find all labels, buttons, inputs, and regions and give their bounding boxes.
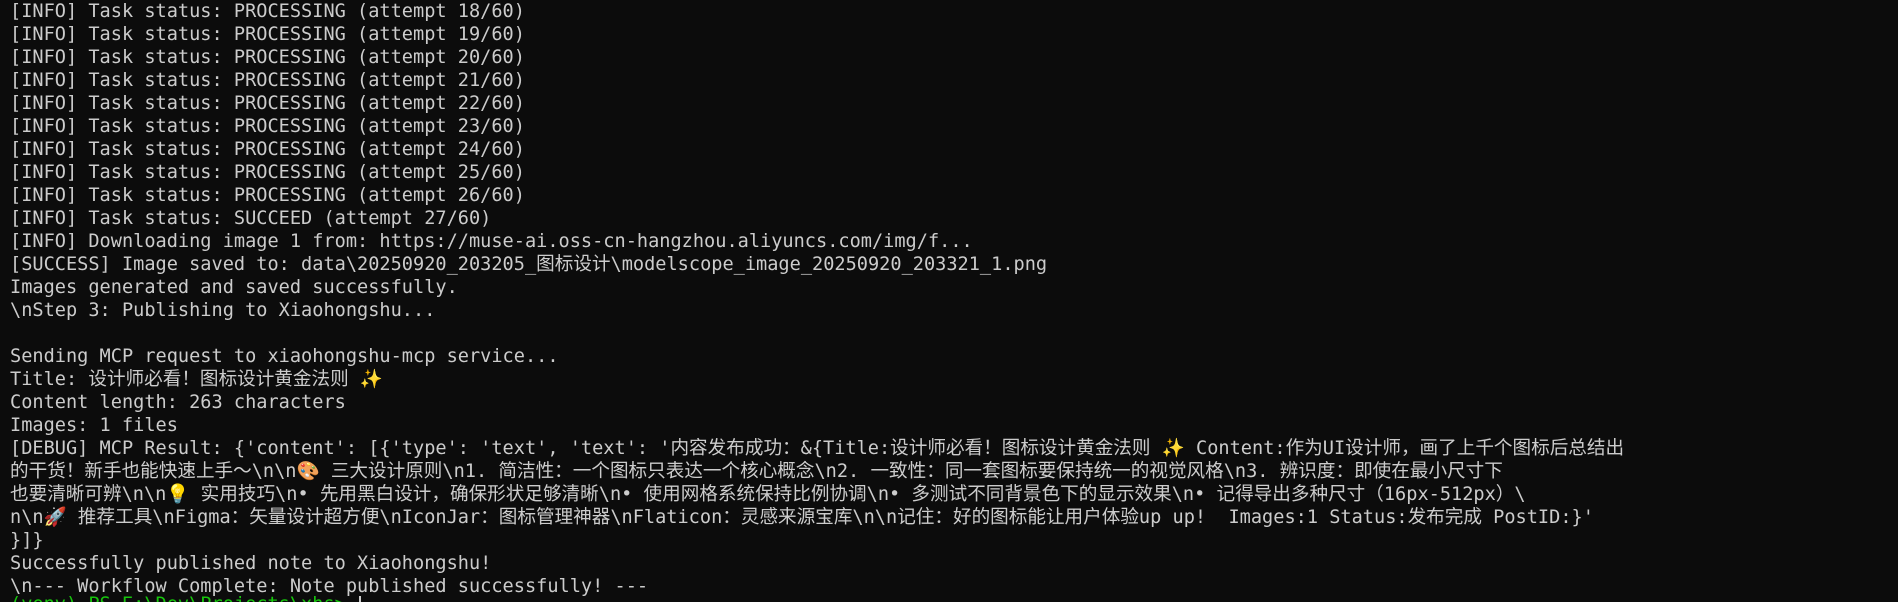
log-line: Sending MCP request to xiaohongshu-mcp s… [10,346,559,367]
log-line: [INFO] Task status: PROCESSING (attempt … [10,70,525,91]
log-line: Images: 1 files [10,415,178,436]
log-line: [INFO] Task status: PROCESSING (attempt … [10,116,525,137]
log-line: [INFO] Task status: PROCESSING (attempt … [10,24,525,45]
log-line: [SUCCESS] Image saved to: data\20250920_… [10,254,1048,275]
text-cursor [359,595,362,602]
log-line: [INFO] Task status: SUCCEED (attempt 27/… [10,208,492,229]
log-line: }]} [10,530,44,551]
log-line: [INFO] Task status: PROCESSING (attempt … [10,47,525,68]
log-line: [DEBUG] MCP Result: {'content': [{'type'… [10,438,1625,459]
shell-prompt[interactable]: (venv) PS E:\Dev\Projects\xhs> [10,593,1888,602]
log-line: Images generated and saved successfully. [10,277,458,298]
log-line: [INFO] Task status: PROCESSING (attempt … [10,93,525,114]
log-line: Content length: 263 characters [10,392,346,413]
log-line: [INFO] Downloading image 1 from: https:/… [10,231,973,252]
prompt-text: (venv) PS E:\Dev\Projects\xhs> [10,594,357,602]
log-line: Title: 设计师必看！图标设计黄金法则 ✨ [10,369,384,390]
log-line: n\n🚀 推荐工具\nFigma：矢量设计超方便\nIconJar：图标管理神器… [10,507,1594,528]
log-line: \nStep 3: Publishing to Xiaohongshu... [10,300,436,321]
terminal-window[interactable]: [INFO] Task status: PROCESSING (attempt … [0,0,1898,602]
log-line: [INFO] Task status: PROCESSING (attempt … [10,1,525,22]
log-line: Successfully published note to Xiaohongs… [10,553,492,574]
log-line: [INFO] Task status: PROCESSING (attempt … [10,185,525,206]
log-line: [INFO] Task status: PROCESSING (attempt … [10,139,525,160]
log-line: 的干货！新手也能快速上手～\n\n🎨 三大设计原则\n1. 简洁性：一个图标只表… [10,461,1503,482]
log-line: 也要清晰可辨\n\n💡 实用技巧\n• 先用黑白设计，确保形状足够清晰\n• 使… [10,484,1526,505]
log-line: [INFO] Task status: PROCESSING (attempt … [10,162,525,183]
